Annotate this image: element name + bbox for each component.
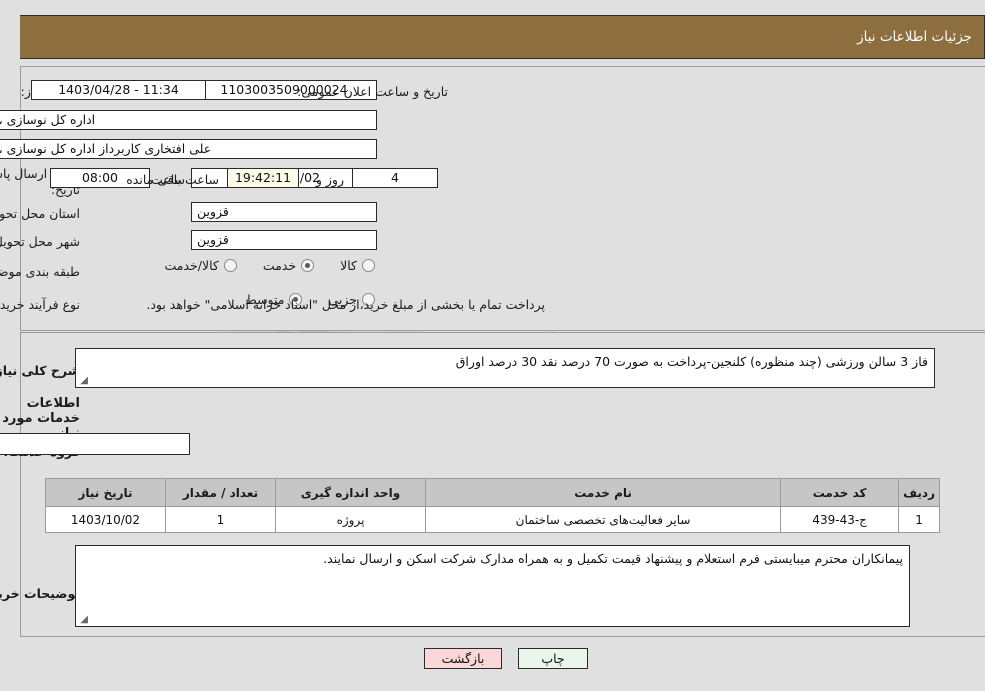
table-body: 1 ج-43-439 سایر فعالیت‌های تخصصی ساختمان پر… xyxy=(45,506,940,533)
table-header-cell: ردیف xyxy=(898,478,940,507)
table-cell: سایر فعالیت‌های تخصصی ساختمان xyxy=(424,506,782,533)
page-title: جزئیات اطلاعات نیاز xyxy=(857,29,972,45)
category-option-0[interactable]: کالا xyxy=(340,258,375,273)
announce-datetime-label: تاریخ و ساعت اعلان عمومی: xyxy=(297,84,448,99)
remaining-time-countdown: 19:42:11 xyxy=(227,168,299,188)
description-label: شرح کلی نیاز: xyxy=(0,363,80,378)
resize-grip-icon-notes[interactable]: ◢ xyxy=(78,615,88,625)
table-header-cell: کد خدمت xyxy=(780,478,900,507)
table-cell: 1 xyxy=(898,506,940,533)
resize-grip-icon[interactable]: ◢ xyxy=(78,376,88,386)
category-label: طبقه بندی موضوعی: xyxy=(0,264,80,279)
print-button[interactable]: چاپ xyxy=(518,648,588,669)
table-cell: 1 xyxy=(165,506,276,533)
table-cell: پروژه xyxy=(275,506,426,533)
remaining-days-separator: روز و xyxy=(315,172,344,187)
description-text: فاز 3 سالن ورزشی (چند منظوره) کلنجین-پرد… xyxy=(455,354,928,369)
category-radio-group[interactable]: کالا خدمت کالا/خدمت xyxy=(138,258,375,273)
category-option-2[interactable]: کالا/خدمت xyxy=(164,258,237,273)
table-row: 1 ج-43-439 سایر فعالیت‌های تخصصی ساختمان پر… xyxy=(45,506,940,533)
category-option-label: کالا/خدمت xyxy=(164,258,219,273)
table-header-cell: تعداد / مقدار xyxy=(165,478,276,507)
buyer-notes-text: پیمانکاران محترم میبایستی فرم استعلام و … xyxy=(323,551,903,566)
back-button[interactable]: بازگشت xyxy=(424,648,502,669)
radio-icon[interactable] xyxy=(223,259,237,272)
table-header-cell: تاریخ نیاز xyxy=(45,478,166,507)
page-root: AriaTender.net AriaT جزئیات اطلاعات نیاز… xyxy=(0,0,985,691)
buyer-notes-textarea[interactable]: پیمانکاران محترم میبایستی فرم استعلام و … xyxy=(75,545,910,627)
remaining-time-suffix: ساعت باقی مانده xyxy=(126,172,219,187)
service-group-value: ساختمان xyxy=(0,433,190,455)
buyer-notes-label: توضیحات خریدار: xyxy=(0,586,80,601)
category-option-label: کالا xyxy=(340,258,357,273)
page-header-bar: جزئیات اطلاعات نیاز xyxy=(20,15,985,59)
radio-icon[interactable] xyxy=(301,259,315,272)
table-header-row: ردیف کد خدمت نام خدمت واحد اندازه گیری تعداد… xyxy=(45,478,940,507)
process-note: پرداخت تمام یا بخشی از مبلغ خرید،از محل … xyxy=(146,297,545,312)
category-option-label: خدمت xyxy=(262,258,297,273)
delivery-city-value: قزوین xyxy=(191,230,377,250)
remaining-days-value: 4 xyxy=(352,168,438,188)
table-cell: ج-43-439 xyxy=(780,506,900,533)
announce-datetime-value: 11:34 - 1403/04/28 xyxy=(31,80,206,100)
table-header-cell: نام خدمت xyxy=(424,478,782,507)
need-info-panel xyxy=(20,66,985,331)
table-cell: 1403/10/02 xyxy=(45,506,166,533)
delivery-city-label: شهر محل تحویل: xyxy=(0,234,80,249)
process-type-label: نوع فرآیند خرید : xyxy=(0,297,80,312)
delivery-province-label: استان محل تحویل: xyxy=(0,206,80,221)
table-header-cell: واحد اندازه گیری xyxy=(275,478,426,507)
category-option-1[interactable]: خدمت xyxy=(262,258,315,273)
delivery-province-value: قزوین xyxy=(191,202,377,222)
services-table: ردیف کد خدمت نام خدمت واحد اندازه گیری تعداد… xyxy=(45,478,940,533)
buyer-org-value: اداره کل نوسازی ، توسعه و تجهیز مدارس اس… xyxy=(0,110,377,130)
description-textarea[interactable]: فاز 3 سالن ورزشی (چند منظوره) کلنجین-پرد… xyxy=(75,348,935,388)
requester-value: علی افتخاری کاربرداز اداره کل نوسازی ، ت… xyxy=(0,139,377,159)
radio-icon[interactable] xyxy=(362,259,375,272)
